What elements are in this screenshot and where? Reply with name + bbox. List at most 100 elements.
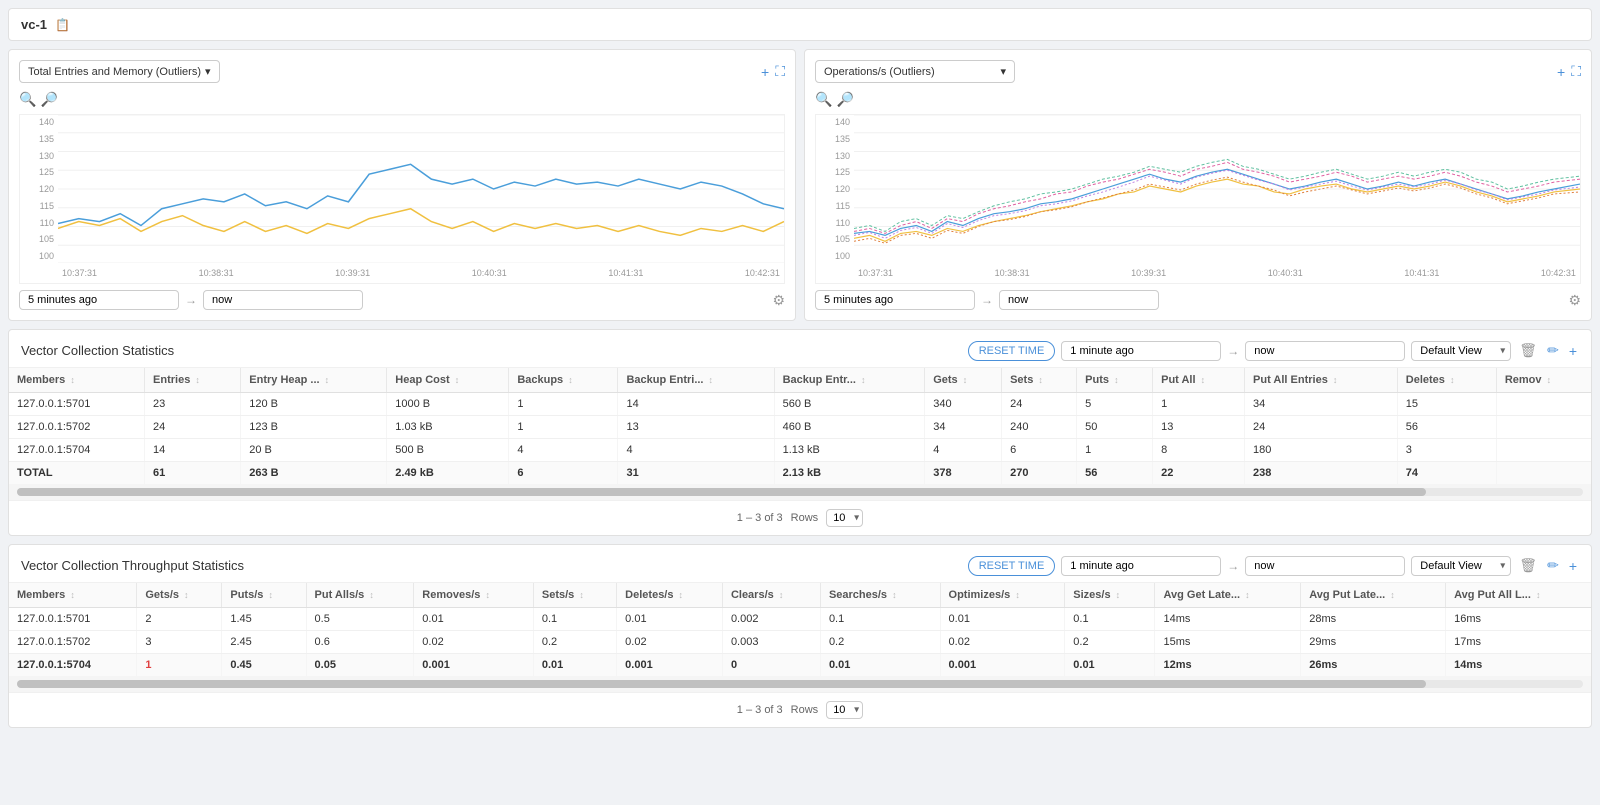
page-header: vc-1 📋	[8, 8, 1592, 41]
col-put-all-entries-1[interactable]: Put All Entries ↕	[1245, 368, 1398, 393]
stats1-delete-icon[interactable]: 🗑	[1517, 340, 1539, 361]
cell-total: TOTAL	[9, 462, 145, 485]
col-deletes-1[interactable]: Deletes ↕	[1397, 368, 1496, 393]
chart2-time-range: →	[815, 290, 1159, 310]
stats-controls-1: RESET TIME → Default View 🗑 ✏ +	[968, 340, 1579, 361]
chart2-add-icon[interactable]: +	[1557, 64, 1565, 80]
stats1-view-select[interactable]: Default View	[1411, 341, 1511, 361]
chart2-footer: → ⚙	[815, 290, 1581, 310]
col-members-2[interactable]: Members ↕	[9, 583, 137, 608]
stats2-add-icon[interactable]: +	[1567, 556, 1579, 576]
col-members-1[interactable]: Members ↕	[9, 368, 145, 393]
col-avg-put-all-l[interactable]: Avg Put All L... ↕	[1446, 583, 1591, 608]
chart2-zoom-out[interactable]: 🔎	[836, 91, 853, 108]
chart1-actions: + ⛶	[761, 63, 785, 80]
chart2-y-axis: 140 135 130 125 120 115 110 105 100	[816, 115, 854, 263]
col-optimizes-s[interactable]: Optimizes/s ↕	[940, 583, 1065, 608]
table-row: 127.0.0.1:5702 24 123 B 1.03 kB 1 13 460…	[9, 416, 1591, 439]
chart2-expand-icon[interactable]: ⛶	[1571, 63, 1581, 80]
chart1-time-to[interactable]	[203, 290, 363, 310]
stats2-header-row: Members ↕ Gets/s ↕ Puts/s ↕ Put Alls/s ↕…	[9, 583, 1591, 608]
chart2-dropdown-label: Operations/s (Outliers)	[824, 66, 935, 78]
stats2-delete-icon[interactable]: 🗑	[1517, 555, 1539, 576]
table-row: 127.0.0.1:5701 23 120 B 1000 B 1 14 560 …	[9, 393, 1591, 416]
charts-row: Total Entries and Memory (Outliers) ▾ + …	[8, 49, 1592, 321]
copy-icon[interactable]: 📋	[55, 18, 70, 32]
stats1-scrollbar[interactable]	[17, 488, 1583, 496]
chart1-zoom: 🔍 🔎	[19, 91, 785, 108]
col-puts-1[interactable]: Puts ↕	[1077, 368, 1153, 393]
chart2-time-arrow: →	[981, 293, 993, 307]
stats2-view-select[interactable]: Default View	[1411, 556, 1511, 576]
stats1-rows-select[interactable]: 10 25 50	[826, 509, 863, 527]
col-avg-get-late[interactable]: Avg Get Late... ↕	[1155, 583, 1301, 608]
col-entry-heap-1[interactable]: Entry Heap ... ↕	[241, 368, 387, 393]
table-row: 127.0.0.1:5704 14 20 B 500 B 4 4 1.13 kB…	[9, 439, 1591, 462]
stats2-time-to[interactable]	[1245, 556, 1405, 576]
col-heap-cost-1[interactable]: Heap Cost ↕	[387, 368, 509, 393]
chart2-zoom: 🔍 🔎	[815, 91, 1581, 108]
col-backup-entr-1[interactable]: Backup Entr... ↕	[774, 368, 925, 393]
stats1-rows-label: Rows	[791, 512, 819, 524]
stats2-scrollbar[interactable]	[17, 680, 1583, 688]
stats2-rows-wrapper: 10 25 50	[826, 701, 863, 719]
col-searches-s[interactable]: Searches/s ↕	[820, 583, 940, 608]
stats2-time-from[interactable]	[1061, 556, 1221, 576]
stats2-table-wrapper: Members ↕ Gets/s ↕ Puts/s ↕ Put Alls/s ↕…	[9, 583, 1591, 676]
reset-time-btn-1[interactable]: RESET TIME	[968, 341, 1056, 361]
chart1-time-range: →	[19, 290, 363, 310]
chart2-time-to[interactable]	[999, 290, 1159, 310]
stats2-rows-label: Rows	[791, 704, 819, 716]
stats1-pagination: 1 – 3 of 3	[737, 512, 783, 524]
stats1-add-icon[interactable]: +	[1567, 341, 1579, 361]
stats2-edit-icon[interactable]: ✏	[1545, 555, 1561, 576]
reset-time-btn-2[interactable]: RESET TIME	[968, 556, 1056, 576]
chart1-zoom-out[interactable]: 🔎	[40, 91, 57, 108]
chart2-area: 140 135 130 125 120 115 110 105 100	[815, 114, 1581, 284]
chart1-time-from[interactable]	[19, 290, 179, 310]
stats-header-2: Vector Collection Throughput Statistics …	[9, 545, 1591, 583]
chart2-settings-icon[interactable]: ⚙	[1568, 292, 1581, 309]
col-gets-1[interactable]: Gets ↕	[925, 368, 1002, 393]
cell-member: 127.0.0.1:5704	[9, 654, 137, 677]
col-puts-s[interactable]: Puts/s ↕	[222, 583, 306, 608]
col-removes-s[interactable]: Removes/s ↕	[414, 583, 534, 608]
stats1-time-to[interactable]	[1245, 341, 1405, 361]
chart1-expand-icon[interactable]: ⛶	[775, 63, 785, 80]
chart2-dropdown-arrow: ▾	[1000, 65, 1006, 78]
stats2-rows-select[interactable]: 10 25 50	[826, 701, 863, 719]
col-backup-entri-1[interactable]: Backup Entri... ↕	[618, 368, 774, 393]
chart1-zoom-in[interactable]: 🔍	[19, 91, 36, 108]
chart1-settings-icon[interactable]: ⚙	[772, 292, 785, 309]
chart1-canvas	[58, 115, 784, 263]
chart1-add-icon[interactable]: +	[761, 64, 769, 80]
chart1-dropdown-arrow: ▾	[205, 65, 211, 78]
col-deletes-s[interactable]: Deletes/s ↕	[617, 583, 723, 608]
stats1-header-row: Members ↕ Entries ↕ Entry Heap ... ↕ Hea…	[9, 368, 1591, 393]
col-gets-s[interactable]: Gets/s ↕	[137, 583, 222, 608]
stats-title-2: Vector Collection Throughput Statistics	[21, 558, 244, 573]
stats1-time-from[interactable]	[1061, 341, 1221, 361]
col-sizes-s[interactable]: Sizes/s ↕	[1065, 583, 1155, 608]
col-clears-s[interactable]: Clears/s ↕	[722, 583, 820, 608]
chart2-dropdown[interactable]: Operations/s (Outliers) ▾	[815, 60, 1015, 83]
chart2-time-from[interactable]	[815, 290, 975, 310]
chart2-zoom-in[interactable]: 🔍	[815, 91, 832, 108]
stats2-footer: 1 – 3 of 3 Rows 10 25 50	[9, 692, 1591, 727]
table-row-total: TOTAL 61 263 B 2.49 kB 6 31 2.13 kB 378 …	[9, 462, 1591, 485]
chart2-header: Operations/s (Outliers) ▾ + ⛶	[815, 60, 1581, 83]
stats-panel-1: Vector Collection Statistics RESET TIME …	[8, 329, 1592, 536]
col-sets-s[interactable]: Sets/s ↕	[533, 583, 616, 608]
chart2-canvas	[854, 115, 1580, 263]
stats2-view-wrapper: Default View	[1411, 556, 1511, 576]
col-avg-put-late[interactable]: Avg Put Late... ↕	[1301, 583, 1446, 608]
stats1-edit-icon[interactable]: ✏	[1545, 340, 1561, 361]
chart1-dropdown[interactable]: Total Entries and Memory (Outliers) ▾	[19, 60, 220, 83]
cell-member: 127.0.0.1:5701	[9, 393, 145, 416]
col-entries-1[interactable]: Entries ↕	[145, 368, 241, 393]
col-backups-1[interactable]: Backups ↕	[509, 368, 618, 393]
col-remov-1[interactable]: Remov ↕	[1496, 368, 1591, 393]
col-put-alls-s[interactable]: Put Alls/s ↕	[306, 583, 414, 608]
col-put-all-1[interactable]: Put All ↕	[1153, 368, 1245, 393]
col-sets-1[interactable]: Sets ↕	[1002, 368, 1077, 393]
